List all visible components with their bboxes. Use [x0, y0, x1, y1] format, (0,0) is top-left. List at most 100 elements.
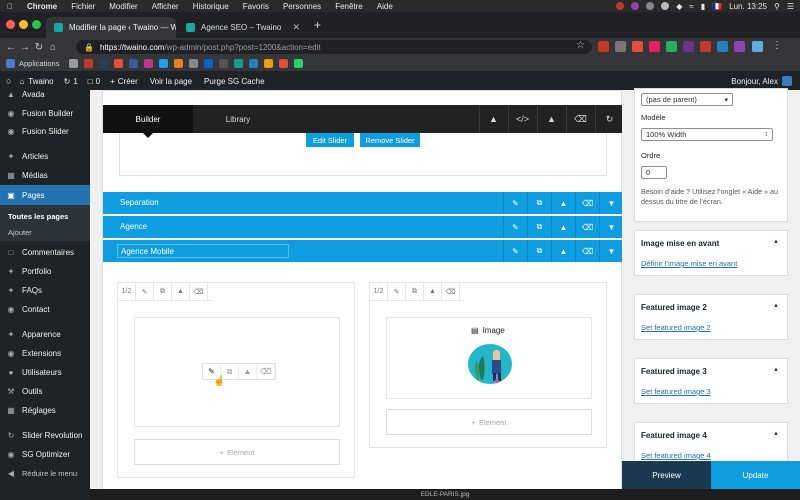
sidebar-item-pages[interactable]: ▣ Pages: [0, 185, 90, 205]
status-icon[interactable]: [616, 2, 625, 10]
save-icon[interactable]: ▲: [551, 216, 575, 238]
trash-icon[interactable]: ⌫: [257, 364, 275, 379]
plus-icon[interactable]: +: [110, 77, 115, 86]
caret-up-icon[interactable]: ▲: [773, 239, 779, 245]
toggle-up-icon[interactable]: ▲: [479, 105, 507, 133]
twitter-icon[interactable]: [159, 59, 169, 68]
sidebar-item-tools[interactable]: ⚒ Outils: [0, 382, 90, 400]
browser-tab-active[interactable]: Modifier la page ‹ Twaino — W ✕: [46, 17, 176, 38]
remove-slider-button[interactable]: Remove Slider: [360, 133, 420, 147]
chevron-down-icon[interactable]: ▼: [599, 192, 623, 214]
edit-icon[interactable]: ✎: [136, 282, 154, 301]
menu-fenetre[interactable]: Fenêtre: [328, 2, 370, 11]
new-tab-button[interactable]: +: [314, 18, 321, 32]
bookmark-icon[interactable]: [264, 59, 274, 68]
dock-file-label[interactable]: EDLE-PARIS.jpg: [421, 491, 470, 498]
sidebar-item-users[interactable]: ● Utilisateurs: [0, 363, 90, 381]
sidebar-item-avada[interactable]: ▲ Avada: [0, 85, 90, 103]
chevron-down-icon[interactable]: ▼: [599, 240, 623, 262]
column-size[interactable]: 1/2: [118, 282, 136, 301]
apple-icon[interactable]: : [0, 2, 20, 11]
trash-icon[interactable]: ⌫: [575, 240, 599, 262]
status-icon[interactable]: [646, 2, 655, 10]
bookmark-icon[interactable]: [84, 59, 94, 68]
save-icon[interactable]: ▲: [551, 240, 575, 262]
edit-icon[interactable]: ✎: [503, 216, 527, 238]
adminbar-new[interactable]: Créer: [118, 77, 138, 86]
extension-icon[interactable]: [717, 41, 728, 52]
tab-builder[interactable]: Builder: [103, 105, 193, 138]
bookmark-icon[interactable]: [189, 59, 199, 68]
battery-icon[interactable]: ▮: [701, 2, 705, 11]
caret-up-icon[interactable]: ▲: [773, 367, 779, 373]
bookmark-icon[interactable]: [219, 59, 229, 68]
bookmark-icon[interactable]: [234, 59, 244, 68]
panel-title[interactable]: Featured image 2: [641, 303, 707, 312]
add-element-button[interactable]: + Element: [134, 439, 340, 465]
maximize-window-icon[interactable]: [32, 20, 41, 29]
set-featured-image-4-link[interactable]: Set featured image 4: [641, 451, 711, 460]
clone-icon[interactable]: ⧉: [527, 240, 551, 262]
set-featured-image-2-link[interactable]: Set featured image 2: [641, 323, 711, 332]
trash-icon[interactable]: ⌫: [566, 105, 594, 133]
bookmark-icon[interactable]: [99, 59, 109, 68]
edit-icon[interactable]: ✎: [503, 240, 527, 262]
facebook-icon[interactable]: [129, 59, 139, 68]
instagram-icon[interactable]: [144, 59, 154, 68]
add-element-button[interactable]: + Element: [386, 409, 592, 435]
clock[interactable]: Lun. 13:25: [729, 2, 767, 11]
code-icon[interactable]: </>: [508, 105, 536, 133]
adminbar-purge-cache[interactable]: Purge SG Cache: [204, 77, 264, 86]
extension-icon[interactable]: [632, 41, 643, 52]
submenu-add-page[interactable]: Ajouter: [0, 228, 90, 237]
menu-historique[interactable]: Historique: [186, 2, 236, 11]
extension-icon[interactable]: [666, 41, 677, 52]
set-featured-image-3-link[interactable]: Set featured image 3: [641, 387, 711, 396]
column-size[interactable]: 1/2: [370, 282, 388, 301]
adminbar-account[interactable]: Bonjour, Alex: [731, 76, 800, 86]
bookmark-applications[interactable]: Applications: [19, 59, 59, 68]
menu-list-icon[interactable]: ☰: [787, 2, 794, 11]
wifi-icon[interactable]: ≈: [689, 2, 693, 11]
sidebar-item-contact[interactable]: ◉ Contact: [0, 300, 90, 318]
caret-up-icon[interactable]: ▲: [773, 303, 779, 309]
browser-tab[interactable]: Agence SEO – Twaino ✕: [178, 17, 308, 38]
order-input[interactable]: [641, 166, 667, 179]
address-bar[interactable]: 🔒 https://twaino.com/wp-admin/post.php?p…: [76, 40, 592, 54]
extension-icon[interactable]: [649, 41, 660, 52]
sidebar-item-settings[interactable]: ▦ Réglages: [0, 401, 90, 419]
cloud-icon[interactable]: [661, 2, 670, 10]
sidebar-item-portfolio[interactable]: ✦ Portfolio: [0, 262, 90, 280]
youtube-icon[interactable]: [114, 59, 124, 68]
image-element[interactable]: ▤ Image: [386, 317, 592, 399]
sidebar-item-fusion-builder[interactable]: ◉ Fusion Builder: [0, 104, 90, 122]
container-row-agence-mobile[interactable]: ✎ ⧉ ▲ ⌫ ▼: [103, 240, 623, 262]
row-title-input[interactable]: [117, 244, 289, 258]
clone-icon[interactable]: ⧉: [406, 282, 424, 301]
adminbar-view-page[interactable]: Voir la page: [150, 77, 192, 86]
sidebar-item-faqs[interactable]: ✦ FAQs: [0, 281, 90, 299]
home-icon[interactable]: ⌂: [46, 42, 60, 53]
clone-icon[interactable]: ⧉: [154, 282, 172, 301]
menu-favoris[interactable]: Favoris: [236, 2, 276, 11]
sidebar-collapse-menu[interactable]: ◀ Réduire le menu: [0, 464, 90, 482]
whatsapp-icon[interactable]: [294, 59, 304, 68]
panel-title[interactable]: Featured image 3: [641, 367, 707, 376]
container-row-agence[interactable]: Agence ✎ ⧉ ▲ ⌫ ▼: [103, 216, 623, 238]
extension-icon[interactable]: [734, 41, 745, 52]
sidebar-item-fusion-slider[interactable]: ◉ Fusion Slider: [0, 122, 90, 140]
more-options-icon[interactable]: ⋮: [772, 40, 782, 51]
sidebar-item-articles[interactable]: ✦ Articles: [0, 147, 90, 165]
save-icon[interactable]: ▲: [172, 282, 190, 301]
panel-title[interactable]: Image mise en avant: [641, 239, 719, 248]
reload-icon[interactable]: ↻: [32, 42, 46, 53]
save-icon[interactable]: ▲: [551, 192, 575, 214]
close-icon[interactable]: ✕: [286, 22, 300, 33]
language-flag-icon[interactable]: 🇫🇷: [712, 2, 722, 11]
sidebar-item-appearance[interactable]: ✦ Apparence: [0, 325, 90, 343]
chevron-down-icon[interactable]: ▼: [599, 216, 623, 238]
sidebar-item-slider-revolution[interactable]: ↻ Slider Revolution: [0, 426, 90, 444]
tab-library[interactable]: Library: [193, 105, 283, 133]
clone-icon[interactable]: ⧉: [527, 192, 551, 214]
back-icon[interactable]: ←: [4, 42, 18, 53]
